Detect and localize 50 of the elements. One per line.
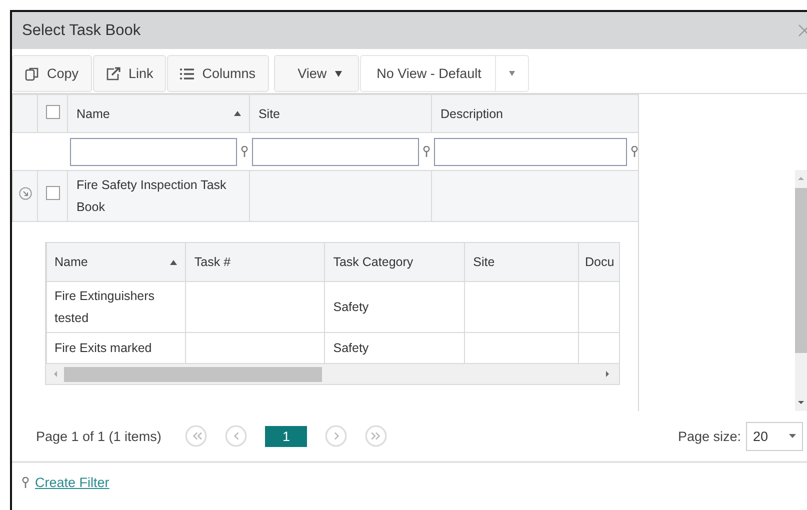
- column-header[interactable]: Name: [46, 243, 186, 282]
- double-chevron-icon[interactable]: [365, 425, 388, 447]
- column-header[interactable]: Task Category: [324, 243, 465, 282]
- column-header[interactable]: Site: [250, 94, 432, 132]
- scroll-down-icon[interactable]: [797, 399, 805, 407]
- external-link-icon: [106, 66, 121, 80]
- chevron-icon[interactable]: [225, 425, 248, 447]
- sort-arrow-icon: [234, 111, 242, 116]
- table-cell: Fire Extinguishers tested: [46, 282, 186, 332]
- filter-icon[interactable]: [630, 146, 638, 157]
- column-header[interactable]: Task #: [186, 243, 325, 282]
- scroll-left-icon[interactable]: [52, 370, 60, 378]
- view-selector[interactable]: No View - Default: [360, 55, 530, 92]
- caret-icon: [789, 434, 796, 438]
- caret-icon: [509, 71, 516, 76]
- table-cell: Fire Safety Inspection Task Book: [68, 170, 250, 222]
- column-header[interactable]: Docu: [578, 243, 618, 282]
- horizontal-scrollbar[interactable]: [46, 364, 618, 384]
- copy-icon: [25, 66, 39, 80]
- columns-button[interactable]: Columns: [167, 55, 269, 92]
- table-cell: Safety: [324, 282, 465, 332]
- checkbox[interactable]: [46, 186, 60, 200]
- page-button[interactable]: 1: [265, 426, 308, 446]
- caret-icon: [334, 70, 342, 76]
- window-title: Select Task Book: [22, 22, 141, 40]
- vertical-scrollbar[interactable]: [795, 170, 807, 411]
- filter-icon[interactable]: [422, 146, 430, 157]
- sort-arrow-icon: [170, 260, 178, 264]
- close-icon[interactable]: [798, 24, 807, 37]
- column-header[interactable]: Name: [68, 94, 250, 132]
- column-header[interactable]: Description: [432, 94, 638, 132]
- scroll-up-icon[interactable]: [797, 174, 805, 182]
- filter-field[interactable]: [434, 138, 626, 166]
- filter-field[interactable]: [252, 138, 419, 166]
- filter-icon[interactable]: [240, 146, 248, 157]
- expand-icon[interactable]: [18, 187, 32, 200]
- page-size-label: Page size:: [678, 428, 741, 444]
- column-header[interactable]: Site: [464, 243, 578, 282]
- view-dropdown[interactable]: View: [274, 55, 359, 92]
- checkbox[interactable]: [46, 105, 60, 119]
- double-chevron-icon[interactable]: [185, 425, 208, 447]
- filter-field[interactable]: [70, 138, 237, 166]
- copy-button[interactable]: Copy: [12, 55, 92, 92]
- page-size-select[interactable]: 20: [746, 422, 803, 450]
- filter-icon: [22, 477, 29, 488]
- create-filter-link[interactable]: Create Filter: [35, 475, 110, 490]
- chevron-icon[interactable]: [325, 425, 348, 447]
- link-button[interactable]: Link: [92, 55, 166, 92]
- page-summary: Page 1 of 1 (1 items): [36, 428, 162, 444]
- list-icon: [180, 68, 194, 80]
